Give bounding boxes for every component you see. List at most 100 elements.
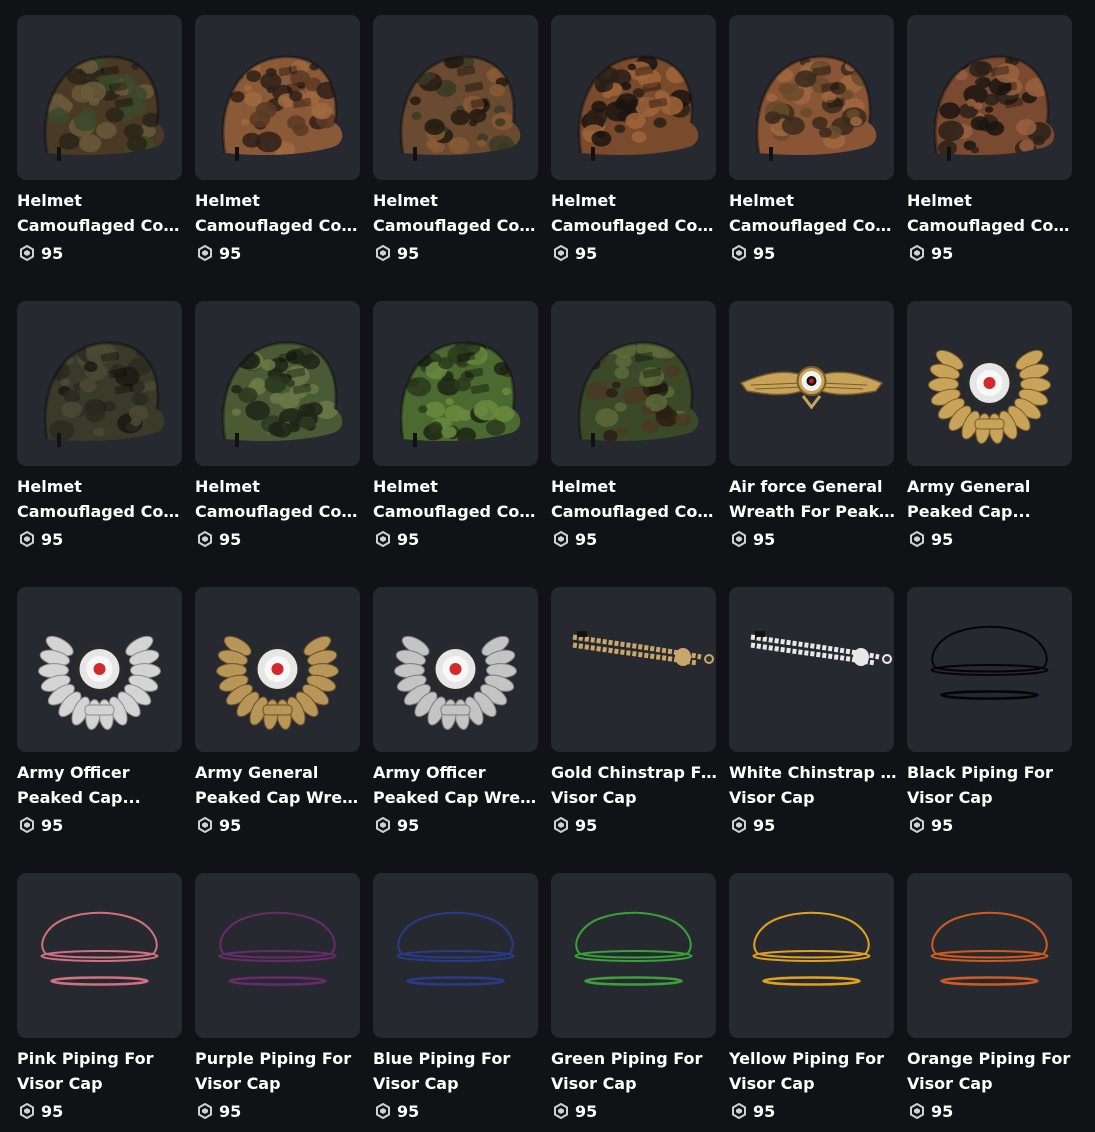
item-name[interactable]: Black Piping For Visor Cap: [907, 760, 1075, 810]
item-price: 95: [373, 242, 539, 264]
item-name[interactable]: Green Piping For Visor Cap: [551, 1046, 719, 1096]
item-price: 95: [17, 814, 183, 836]
item-thumbnail[interactable]: [373, 873, 538, 1038]
item-name[interactable]: Helmet Camouflaged Cove...: [551, 188, 719, 238]
catalog-item-card[interactable]: Yellow Piping For Visor Cap 95: [729, 873, 895, 1122]
item-price: 95: [195, 242, 361, 264]
item-thumbnail[interactable]: [551, 587, 716, 752]
catalog-item-card[interactable]: Helmet Camouflaged Cove... 95: [729, 15, 897, 264]
item-name[interactable]: White Chinstrap For Visor Cap: [729, 760, 897, 810]
item-name-line-2: Camouflaged Cove...: [17, 502, 185, 521]
robux-icon: [554, 817, 568, 833]
item-thumbnail[interactable]: [17, 873, 182, 1038]
item-name-line-1: Gold Chinstrap For: [551, 763, 719, 782]
wreath-badge-icon: [394, 635, 517, 730]
item-name-line-1: Yellow Piping For: [729, 1049, 885, 1068]
catalog-item-card[interactable]: Army General Peaked Cap... 95: [907, 301, 1073, 550]
catalog-item-card[interactable]: Army Officer Peaked Cap... 95: [17, 587, 183, 836]
catalog-item-card[interactable]: Helmet Camouflaged Cove... 95: [17, 301, 185, 550]
catalog-item-card[interactable]: Helmet Camouflaged Cove... 95: [551, 15, 719, 264]
item-name[interactable]: Helmet Camouflaged Cove...: [17, 188, 185, 238]
piping-icon: [574, 911, 693, 986]
item-name[interactable]: Helmet Camouflaged Cove...: [195, 474, 363, 524]
catalog-item-card[interactable]: Helmet Camouflaged Cove... 95: [373, 15, 541, 264]
catalog-item-card[interactable]: Army General Peaked Cap Wreath 95: [195, 587, 363, 836]
item-name-line-2: Peaked Cap...: [907, 502, 1031, 521]
item-thumbnail[interactable]: [907, 301, 1072, 466]
item-name[interactable]: Pink Piping For Visor Cap: [17, 1046, 185, 1096]
item-name-line-2: Camouflaged Cove...: [551, 502, 719, 521]
item-thumbnail[interactable]: [373, 587, 538, 752]
catalog-item-card[interactable]: Blue Piping For Visor Cap 95: [373, 873, 539, 1122]
item-name[interactable]: Helmet Camouflaged Cove...: [907, 188, 1075, 238]
item-thumbnail[interactable]: [373, 301, 538, 466]
catalog-item-card[interactable]: Orange Piping For Visor Cap 95: [907, 873, 1073, 1122]
item-thumbnail[interactable]: [17, 301, 182, 466]
item-name[interactable]: Army Officer Peaked Cap Wreath: [373, 760, 541, 810]
item-name[interactable]: Helmet Camouflaged Cove...: [373, 474, 541, 524]
item-name-line-2: Visor Cap: [729, 1074, 815, 1093]
item-thumbnail[interactable]: [373, 15, 538, 180]
item-thumbnail[interactable]: [907, 15, 1072, 180]
item-thumbnail[interactable]: [195, 301, 360, 466]
item-name[interactable]: Helmet Camouflaged Cove...: [551, 474, 719, 524]
catalog-item-card[interactable]: Air force General Wreath For Peaked... 9…: [729, 301, 897, 550]
catalog-item-card[interactable]: Helmet Camouflaged Cove... 95: [907, 15, 1075, 264]
item-name[interactable]: Army Officer Peaked Cap...: [17, 760, 185, 810]
catalog-item-card[interactable]: Helmet Camouflaged Cove... 95: [373, 301, 541, 550]
item-thumbnail[interactable]: [195, 873, 360, 1038]
catalog-item-card[interactable]: Helmet Camouflaged Cove... 95: [195, 15, 363, 264]
item-thumbnail[interactable]: [17, 15, 182, 180]
catalog-item-card[interactable]: Green Piping For Visor Cap 95: [551, 873, 717, 1122]
item-name[interactable]: Army General Peaked Cap...: [907, 474, 1075, 524]
item-thumbnail[interactable]: [551, 15, 716, 180]
item-name[interactable]: Army General Peaked Cap Wreath: [195, 760, 363, 810]
item-name-line-1: Army General: [907, 477, 1031, 496]
item-name-line-1: Helmet: [195, 477, 260, 496]
item-name[interactable]: Yellow Piping For Visor Cap: [729, 1046, 897, 1096]
item-price: 95: [195, 528, 361, 550]
robux-icon: [198, 245, 212, 261]
item-name-line-1: Purple Piping For: [195, 1049, 352, 1068]
item-thumbnail[interactable]: [907, 873, 1072, 1038]
catalog-item-card[interactable]: Helmet Camouflaged Cove... 95: [551, 301, 719, 550]
item-name[interactable]: Gold Chinstrap For Visor Cap: [551, 760, 719, 810]
item-price-value: 95: [753, 1101, 776, 1121]
item-price-value: 95: [219, 1101, 242, 1121]
catalog-item-card[interactable]: Gold Chinstrap For Visor Cap 95: [551, 587, 719, 836]
item-thumbnail[interactable]: [17, 587, 182, 752]
item-name[interactable]: Blue Piping For Visor Cap: [373, 1046, 541, 1096]
helmet-camo-icon: [933, 55, 1055, 161]
robux-icon: [20, 531, 34, 547]
item-thumbnail[interactable]: [551, 873, 716, 1038]
catalog-item-card[interactable]: Helmet Camouflaged Cove... 95: [17, 15, 185, 264]
item-price-value: 95: [397, 815, 420, 835]
catalog-item-card[interactable]: Pink Piping For Visor Cap 95: [17, 873, 183, 1122]
catalog-item-card[interactable]: Purple Piping For Visor Cap 95: [195, 873, 361, 1122]
item-thumbnail[interactable]: [729, 301, 894, 466]
item-thumbnail[interactable]: [195, 587, 360, 752]
item-name-line-1: Black Piping For: [907, 763, 1053, 782]
item-name[interactable]: Helmet Camouflaged Cove...: [729, 188, 897, 238]
item-name[interactable]: Helmet Camouflaged Cove...: [373, 188, 541, 238]
item-name[interactable]: Orange Piping For Visor Cap: [907, 1046, 1075, 1096]
item-name[interactable]: Helmet Camouflaged Cove...: [195, 188, 363, 238]
item-thumbnail[interactable]: [729, 587, 894, 752]
catalog-item-card[interactable]: Black Piping For Visor Cap 95: [907, 587, 1073, 836]
item-thumbnail[interactable]: [907, 587, 1072, 752]
item-thumbnail[interactable]: [551, 301, 716, 466]
item-name[interactable]: Purple Piping For Visor Cap: [195, 1046, 363, 1096]
item-name[interactable]: Helmet Camouflaged Cove...: [17, 474, 185, 524]
catalog-item-card[interactable]: Army Officer Peaked Cap Wreath 95: [373, 587, 541, 836]
robux-icon: [20, 817, 34, 833]
item-thumbnail[interactable]: [729, 873, 894, 1038]
item-thumbnail[interactable]: [729, 15, 894, 180]
item-name[interactable]: Air force General Wreath For Peaked...: [729, 474, 897, 524]
item-thumbnail[interactable]: [195, 15, 360, 180]
item-price: 95: [907, 528, 1073, 550]
item-price-value: 95: [753, 243, 776, 263]
item-name-line-1: Army General: [195, 763, 319, 782]
catalog-item-card[interactable]: Helmet Camouflaged Cove... 95: [195, 301, 363, 550]
catalog-item-card[interactable]: White Chinstrap For Visor Cap 95: [729, 587, 897, 836]
robux-icon: [20, 1103, 34, 1119]
